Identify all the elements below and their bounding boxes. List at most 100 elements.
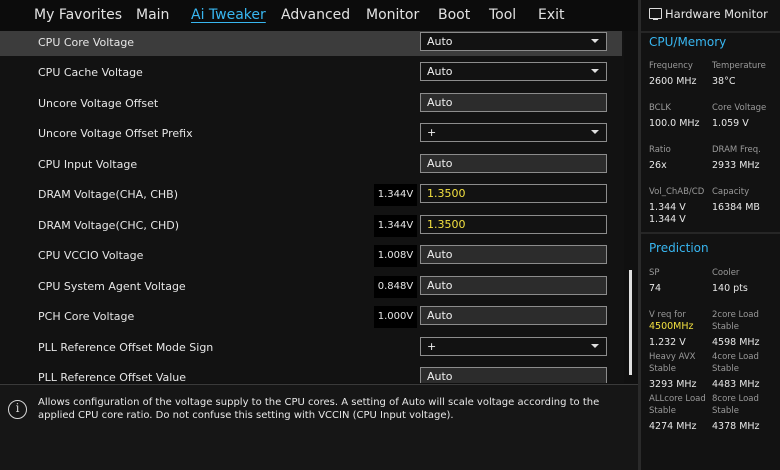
allcore-load-label: ALLcore Load (649, 394, 706, 404)
tab-advanced[interactable]: Advanced (281, 7, 350, 23)
heavy-avx-stable-label: Stable (649, 364, 676, 374)
cpu-cache-voltage-dropdown[interactable]: Auto (420, 62, 607, 81)
vol-chab-value: 1.344 V (649, 202, 686, 213)
setting-label: CPU Input Voltage (38, 158, 138, 171)
dram-voltage-chcd-input[interactable]: 1.3500 (420, 215, 607, 234)
dram-voltage-chab-input[interactable]: 1.3500 (420, 184, 607, 203)
tab-my-favorites[interactable]: My Favorites (34, 7, 122, 23)
8core-stable-label: Stable (712, 406, 739, 416)
dram-freq-label: DRAM Freq. (712, 145, 761, 155)
pch-core-voltage-input[interactable]: Auto (420, 306, 607, 325)
hardware-monitor-title: Hardware Monitor (665, 7, 768, 21)
cpu-core-voltage-dropdown[interactable]: Auto (420, 32, 607, 51)
ratio-label: Ratio (649, 145, 671, 155)
2core-value: 4598 MHz (712, 337, 760, 348)
setting-label: CPU Cache Voltage (38, 66, 143, 79)
core-voltage-value: 1.059 V (712, 118, 749, 129)
allcore-stable-label: Stable (649, 406, 676, 416)
settings-list: CPU Core Voltage Auto CPU Cache Voltage … (0, 31, 624, 383)
hardware-monitor-header-line (641, 31, 780, 33)
setting-row-cpu-input-voltage[interactable]: CPU Input Voltage Auto (0, 153, 622, 178)
4core-load-label: 4core Load (712, 352, 759, 362)
8core-load-label: 8core Load (712, 394, 759, 404)
top-nav: My Favorites Main Ai Tweaker Advanced Mo… (0, 0, 640, 31)
setting-label: CPU System Agent Voltage (38, 280, 186, 293)
capacity-label: Capacity (712, 187, 750, 197)
cooler-value: 140 pts (712, 283, 748, 294)
uncore-voltage-offset-input[interactable]: Auto (420, 93, 607, 112)
2core-load-label: 2core Load (712, 310, 759, 320)
chevron-down-icon (591, 39, 599, 43)
setting-label: Uncore Voltage Offset Prefix (38, 127, 193, 140)
4core-stable-label: Stable (712, 364, 739, 374)
vol-chcd-value: 1.344 V (649, 214, 686, 225)
cpu-memory-heading: CPU/Memory (649, 35, 727, 49)
pll-reference-offset-mode-sign-dropdown[interactable]: + (420, 337, 607, 356)
setting-row-cpu-core-voltage[interactable]: CPU Core Voltage Auto (0, 31, 622, 56)
setting-label: Uncore Voltage Offset (38, 97, 159, 110)
temperature-label: Temperature (712, 61, 766, 71)
dropdown-value: Auto (427, 65, 453, 78)
cpu-input-voltage-input[interactable]: Auto (420, 154, 607, 173)
capacity-value: 16384 MB (712, 202, 760, 213)
dram-freq-value: 2933 MHz (712, 160, 760, 171)
frequency-value: 2600 MHz (649, 76, 697, 87)
setting-row-pll-reference-offset-mode-sign[interactable]: PLL Reference Offset Mode Sign + (0, 336, 622, 361)
setting-label: PLL Reference Offset Mode Sign (38, 341, 214, 354)
hardware-monitor-panel: Hardware Monitor CPU/Memory Frequency 26… (641, 0, 780, 470)
heavy-avx-value: 3293 MHz (649, 379, 697, 390)
setting-row-cpu-cache-voltage[interactable]: CPU Cache Voltage Auto (0, 61, 622, 86)
2core-stable-label: Stable (712, 322, 739, 332)
current-voltage-readout: 1.344V (374, 184, 417, 206)
settings-scrollbar[interactable] (629, 270, 632, 375)
setting-row-cpu-system-agent-voltage[interactable]: CPU System Agent Voltage 0.848V Auto (0, 275, 622, 300)
bclk-label: BCLK (649, 103, 671, 113)
setting-label: PLL Reference Offset Value (38, 371, 187, 383)
sp-value: 74 (649, 283, 662, 294)
pll-reference-offset-value-input[interactable]: Auto (420, 367, 607, 383)
prediction-heading: Prediction (649, 241, 709, 255)
vreq-value: 1.232 V (649, 337, 686, 348)
tab-main[interactable]: Main (136, 7, 169, 23)
tab-tool[interactable]: Tool (489, 7, 516, 23)
setting-row-pll-reference-offset-value[interactable]: PLL Reference Offset Value Auto (0, 366, 622, 383)
help-panel: i Allows configuration of the voltage su… (0, 384, 640, 470)
setting-label: DRAM Voltage(CHA, CHB) (38, 188, 178, 201)
tab-exit[interactable]: Exit (538, 7, 565, 23)
setting-row-dram-voltage-chcd[interactable]: DRAM Voltage(CHC, CHD) 1.344V 1.3500 (0, 214, 622, 239)
section-divider (641, 232, 780, 234)
dropdown-value: Auto (427, 35, 453, 48)
info-icon: i (8, 400, 27, 419)
current-voltage-readout: 1.000V (374, 306, 417, 328)
setting-row-dram-voltage-chab[interactable]: DRAM Voltage(CHA, CHB) 1.344V 1.3500 (0, 183, 622, 208)
tab-boot[interactable]: Boot (438, 7, 470, 23)
setting-row-pch-core-voltage[interactable]: PCH Core Voltage 1.000V Auto (0, 305, 622, 330)
vreq-frequency: 4500MHz (649, 321, 694, 332)
dropdown-value: + (427, 126, 437, 139)
vreq-label: V req for (649, 310, 686, 320)
setting-row-cpu-vccio-voltage[interactable]: CPU VCCIO Voltage 1.008V Auto (0, 244, 622, 269)
heavy-avx-label: Heavy AVX (649, 352, 696, 362)
help-text: Allows configuration of the voltage supp… (38, 397, 600, 421)
setting-row-uncore-voltage-offset-prefix[interactable]: Uncore Voltage Offset Prefix + (0, 122, 622, 147)
tab-ai-tweaker[interactable]: Ai Tweaker (191, 7, 266, 23)
cpu-vccio-voltage-input[interactable]: Auto (420, 245, 607, 264)
ratio-value: 26x (649, 160, 667, 171)
vol-chabcd-label: Vol_ChAB/CD (649, 187, 705, 197)
setting-label: CPU Core Voltage (38, 36, 135, 49)
uncore-voltage-offset-prefix-dropdown[interactable]: + (420, 123, 607, 142)
allcore-value: 4274 MHz (649, 421, 697, 432)
cpu-system-agent-voltage-input[interactable]: Auto (420, 276, 607, 295)
monitor-icon (649, 8, 662, 20)
cooler-label: Cooler (712, 268, 740, 278)
bclk-value: 100.0 MHz (649, 118, 700, 129)
current-voltage-readout: 1.344V (374, 215, 417, 237)
chevron-down-icon (591, 69, 599, 73)
tab-monitor[interactable]: Monitor (366, 7, 419, 23)
setting-label: PCH Core Voltage (38, 310, 135, 323)
chevron-down-icon (591, 344, 599, 348)
setting-row-uncore-voltage-offset[interactable]: Uncore Voltage Offset Auto (0, 92, 622, 117)
dropdown-value: + (427, 340, 437, 353)
current-voltage-readout: 1.008V (374, 245, 417, 267)
4core-value: 4483 MHz (712, 379, 760, 390)
